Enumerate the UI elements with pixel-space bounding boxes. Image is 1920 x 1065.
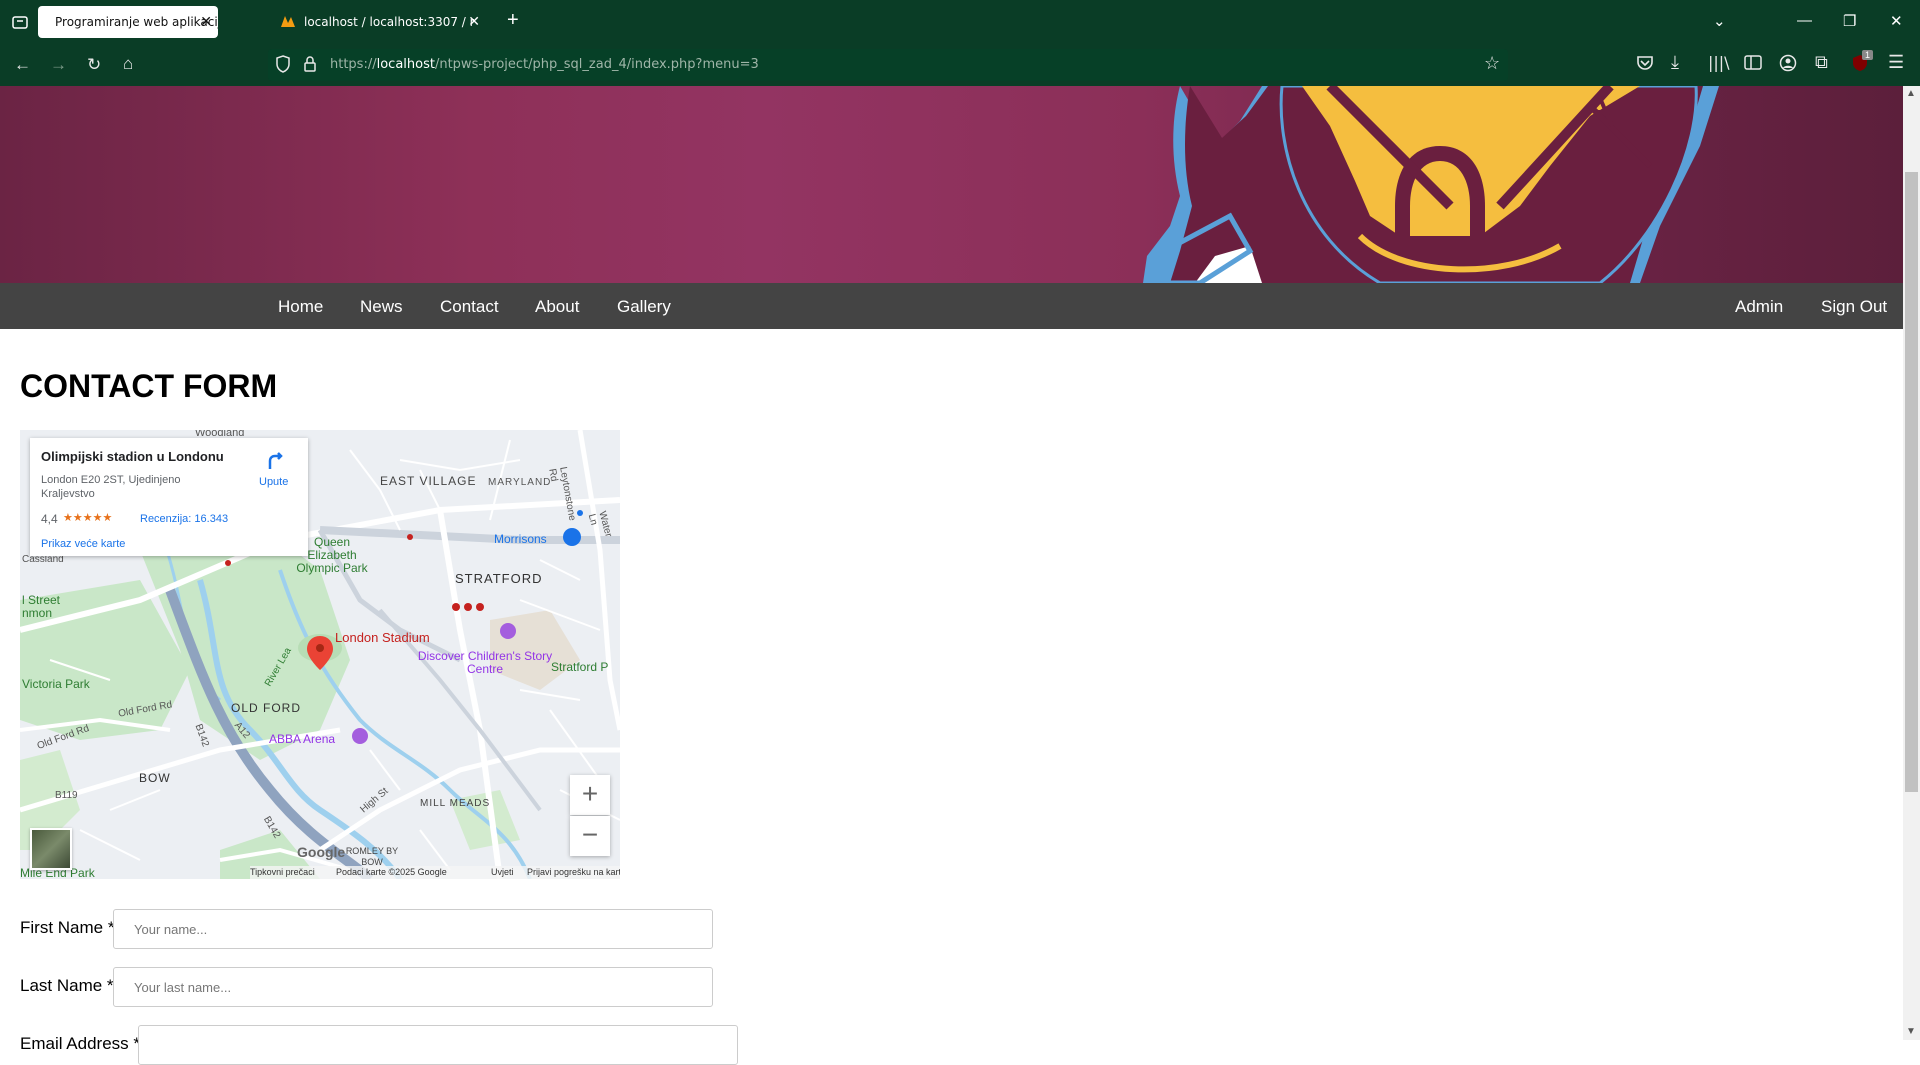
- minimize-icon[interactable]: —: [1797, 13, 1812, 28]
- nav-admin[interactable]: Admin: [1735, 297, 1783, 317]
- close-window-icon[interactable]: ✕: [1890, 14, 1903, 29]
- scroll-up-icon[interactable]: ▲: [1906, 88, 1916, 99]
- map-label: OLD FORD: [231, 701, 302, 715]
- directions-icon[interactable]: [266, 451, 286, 476]
- back-icon[interactable]: ←: [14, 56, 31, 73]
- map-label: ABBA Arena: [269, 732, 336, 746]
- reload-icon[interactable]: ↻: [87, 56, 101, 73]
- page-scrollbar[interactable]: ▲ ▼: [1903, 86, 1920, 1040]
- email-field[interactable]: [138, 1025, 738, 1065]
- tab-close-icon[interactable]: ✕: [468, 14, 480, 30]
- email-label: Email Address *: [20, 1034, 140, 1053]
- tab-label: Programiranje web aplikacija: [55, 15, 218, 29]
- lock-icon[interactable]: [302, 55, 318, 78]
- larger-map-link[interactable]: Prikaz veće karte: [41, 538, 125, 550]
- club-crest-logo: [1143, 86, 1719, 283]
- site-nav: Home News Contact About Gallery Admin Si…: [0, 283, 1903, 329]
- map-label: EAST VILLAGE: [380, 474, 477, 488]
- tab-list-icon[interactable]: [12, 15, 28, 32]
- last-name-field[interactable]: [113, 967, 713, 1007]
- last-name-label: Last Name *: [20, 976, 114, 995]
- place-info-card: Olimpijski stadion u Londonu London E20 …: [30, 438, 308, 556]
- google-logo: Google: [297, 844, 346, 860]
- map-terms-link[interactable]: Uvjeti: [491, 867, 514, 877]
- map-data-text: Podaci karte ©2025 Google: [336, 867, 447, 877]
- nav-contact[interactable]: Contact: [440, 297, 499, 317]
- map-label: Morrisons: [494, 532, 547, 546]
- downloads-icon[interactable]: ⤓: [1671, 52, 1679, 73]
- place-rating: 4,4: [41, 512, 58, 526]
- map-label: ROMLEY BY BOW: [345, 846, 399, 867]
- nav-gallery[interactable]: Gallery: [617, 297, 671, 317]
- map-label: London Stadium: [335, 630, 430, 645]
- url-prefix: https://: [330, 57, 377, 72]
- url-text[interactable]: https://localhost/ntpws-project/php_sql_…: [330, 57, 759, 72]
- sidebar-icon[interactable]: [1744, 55, 1762, 75]
- map-report-link[interactable]: Prijavi pogrešku na karti: [527, 867, 620, 877]
- rating-stars-icon: ★★★★★: [63, 512, 113, 524]
- directions-link[interactable]: Upute: [259, 476, 288, 488]
- zoom-in-button[interactable]: +: [570, 775, 610, 815]
- map-label: Victoria Park: [22, 677, 90, 691]
- phpmyadmin-favicon-icon: [280, 14, 296, 31]
- tracking-shield-icon[interactable]: [275, 55, 291, 78]
- map-footer: Tipkovni prečaci Podaci karte ©2025 Goog…: [250, 866, 620, 879]
- forward-icon[interactable]: →: [50, 56, 67, 73]
- tab-phpmyadmin[interactable]: localhost / localhost:3307 / ntpws ✕: [272, 6, 482, 38]
- map-label: Discover Children's Story Centre: [417, 649, 553, 676]
- map-label: B119: [55, 790, 78, 801]
- ublock-badge: 1: [1862, 50, 1874, 60]
- url-host: localhost: [376, 57, 435, 72]
- extensions-icon[interactable]: ⧉: [1815, 52, 1828, 73]
- first-name-label: First Name *: [20, 918, 115, 937]
- page-title: CONTACT FORM: [20, 368, 278, 404]
- scrollbar-thumb[interactable]: [1905, 172, 1918, 792]
- library-icon[interactable]: |||\: [1708, 53, 1730, 72]
- map-label: MILL MEADS: [420, 798, 491, 809]
- map-label: l Street nmon: [22, 593, 61, 620]
- list-all-tabs-icon[interactable]: ⌄: [1713, 14, 1726, 29]
- pocket-icon[interactable]: [1636, 55, 1654, 76]
- tab-close-icon[interactable]: ✕: [200, 14, 212, 30]
- tab-label: localhost / localhost:3307 / ntpws: [304, 15, 474, 29]
- home-icon[interactable]: ⌂: [123, 55, 133, 72]
- scroll-down-icon[interactable]: ▼: [1906, 1026, 1916, 1037]
- url-path: /ntpws-project/php_sql_zad_4/index.php?m…: [434, 57, 759, 72]
- place-name: Olimpijski stadion u Londonu: [41, 449, 224, 464]
- place-reviews-link[interactable]: Recenzija: 16.343: [140, 513, 228, 525]
- restore-icon[interactable]: ❐: [1843, 14, 1856, 29]
- map-shortcuts-link[interactable]: Tipkovni prečaci: [250, 867, 315, 877]
- tab-programiranje[interactable]: Programiranje web aplikacija ✕: [38, 6, 218, 38]
- site-banner: [0, 86, 1903, 283]
- bookmark-star-icon[interactable]: ☆: [1484, 53, 1500, 74]
- account-icon[interactable]: [1779, 54, 1797, 77]
- nav-sign-out[interactable]: Sign Out: [1821, 297, 1887, 317]
- browser-tab-strip: Programiranje web aplikacija ✕ localhost…: [0, 0, 1920, 44]
- google-map-embed[interactable]: Woodland EAST VILLAGE MARYLAND Leytonsto…: [20, 430, 620, 879]
- nav-home[interactable]: Home: [278, 297, 323, 317]
- map-label: MARYLAND: [488, 477, 552, 488]
- first-name-field[interactable]: [113, 909, 713, 949]
- map-label: STRATFORD: [455, 571, 543, 586]
- map-label: Stratford P: [551, 660, 609, 674]
- nav-news[interactable]: News: [360, 297, 403, 317]
- zoom-out-button[interactable]: −: [570, 816, 610, 856]
- nav-about[interactable]: About: [535, 297, 579, 317]
- place-address: London E20 2ST, Ujedinjeno Kraljevstvo: [41, 474, 181, 500]
- new-tab-icon[interactable]: +: [507, 10, 519, 30]
- app-menu-icon[interactable]: ☰: [1888, 52, 1904, 73]
- satellite-toggle[interactable]: [30, 828, 72, 870]
- map-label: BOW: [139, 771, 171, 785]
